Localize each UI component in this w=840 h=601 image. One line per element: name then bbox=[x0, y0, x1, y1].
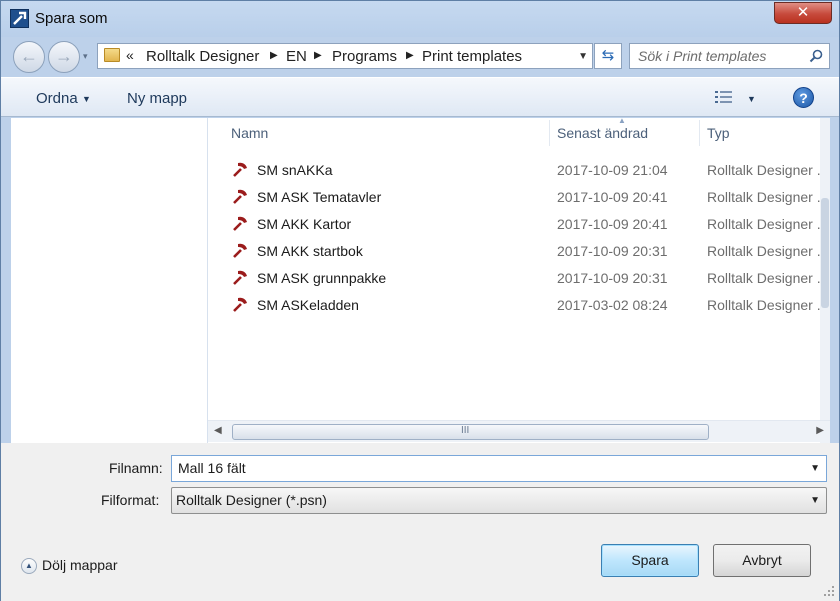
file-type: Rolltalk Designer ... bbox=[707, 297, 829, 313]
filename-label: Filnamn: bbox=[109, 460, 163, 476]
file-name[interactable]: SM ASKeladden bbox=[257, 297, 359, 313]
resize-grip-icon[interactable] bbox=[823, 585, 835, 597]
hide-folders-button[interactable]: ▲ Dölj mappar bbox=[21, 556, 141, 576]
back-button[interactable]: ← bbox=[13, 41, 45, 73]
organize-button[interactable]: Ordna bbox=[36, 90, 78, 107]
file-type: Rolltalk Designer ... bbox=[707, 243, 829, 259]
file-modified: 2017-10-09 20:41 bbox=[557, 216, 668, 232]
save-options-panel: Filnamn: Mall 16 fält ▼ Filformat: Rollt… bbox=[1, 443, 839, 601]
window-title: Spara som bbox=[35, 10, 108, 27]
collapse-arrow-icon[interactable]: ▲ bbox=[21, 558, 37, 574]
file-row[interactable]: SM AKK Kartor 2017-10-09 20:41 Rolltalk De… bbox=[222, 212, 828, 238]
breadcrumb-rolltalk-designer[interactable]: Rolltalk Designer bbox=[146, 48, 259, 65]
file-type: Rolltalk Designer ... bbox=[707, 189, 829, 205]
breadcrumb-print-templates[interactable]: Print templates bbox=[422, 48, 522, 65]
file-row[interactable]: SM AKK startbok 2017-10-09 20:31 Rolltalk … bbox=[222, 239, 828, 265]
vertical-scroll-thumb[interactable] bbox=[821, 198, 829, 308]
search-placeholder: Sök i Print templates bbox=[638, 48, 767, 64]
column-header-modified[interactable]: Senast ändrad bbox=[557, 118, 648, 148]
overflow-chevron-icon[interactable]: « bbox=[126, 47, 134, 63]
rolltalk-file-icon bbox=[233, 189, 247, 204]
navigation-pane[interactable] bbox=[11, 118, 208, 443]
vertical-scrollbar[interactable] bbox=[820, 118, 830, 443]
column-divider[interactable] bbox=[549, 120, 550, 146]
column-header-name[interactable]: Namn bbox=[231, 118, 268, 148]
rolltalk-file-icon bbox=[233, 243, 247, 258]
breadcrumb-en[interactable]: EN bbox=[286, 48, 307, 65]
format-label: Filformat: bbox=[101, 492, 160, 508]
breadcrumb-arrow-icon[interactable]: ▶ bbox=[406, 50, 414, 61]
format-value[interactable]: Rolltalk Designer (*.psn) bbox=[176, 492, 327, 508]
file-row[interactable]: SM ASKeladden 2017-03-02 08:24 Rolltalk De… bbox=[222, 293, 828, 319]
rolltalk-file-icon bbox=[233, 270, 247, 285]
search-input[interactable]: Sök i Print templates bbox=[629, 43, 830, 69]
app-icon bbox=[10, 9, 29, 28]
breadcrumb-arrow-icon[interactable]: ▶ bbox=[270, 50, 278, 61]
file-name[interactable]: SM ASK Tematavler bbox=[257, 189, 381, 205]
file-name[interactable]: SM AKK startbok bbox=[257, 243, 363, 259]
command-toolbar: Ordna ▼ Ny mapp ▼ ? bbox=[1, 77, 839, 117]
file-row[interactable]: SM snAKKa 2017-10-09 21:04 Rolltalk Design… bbox=[222, 158, 828, 184]
file-modified: 2017-10-09 21:04 bbox=[557, 162, 668, 178]
file-name[interactable]: SM snAKKa bbox=[257, 162, 332, 178]
breadcrumb-arrow-icon[interactable]: ▶ bbox=[314, 50, 322, 61]
format-select[interactable]: Rolltalk Designer (*.psn) ▼ bbox=[171, 487, 827, 514]
cancel-button[interactable]: Avbryt bbox=[713, 544, 811, 577]
column-divider[interactable] bbox=[699, 120, 700, 146]
file-row[interactable]: SM ASK grunnpakke 2017-10-09 20:31 Rolltal… bbox=[222, 266, 828, 292]
title-bar[interactable]: Spara som ✕ bbox=[1, 1, 839, 37]
scroll-right-icon[interactable]: ▶ bbox=[816, 425, 824, 436]
rolltalk-file-icon bbox=[233, 216, 247, 231]
breadcrumb-programs[interactable]: Programs bbox=[332, 48, 397, 65]
file-name[interactable]: SM ASK grunnpakke bbox=[257, 270, 386, 286]
horizontal-scroll-thumb[interactable]: III bbox=[232, 424, 709, 440]
filename-value[interactable]: Mall 16 fält bbox=[178, 460, 246, 476]
view-caret-icon[interactable]: ▼ bbox=[747, 94, 756, 104]
folder-icon bbox=[104, 48, 120, 62]
save-button[interactable]: Spara bbox=[601, 544, 699, 577]
file-modified: 2017-10-09 20:31 bbox=[557, 270, 668, 286]
forward-button[interactable]: → bbox=[48, 41, 80, 73]
horizontal-scrollbar[interactable]: ◀ III ▶ bbox=[208, 420, 830, 442]
organize-caret-icon[interactable]: ▼ bbox=[82, 94, 91, 104]
file-modified: 2017-10-09 20:41 bbox=[557, 189, 668, 205]
new-folder-button[interactable]: Ny mapp bbox=[127, 90, 187, 107]
scroll-grip-icon: III bbox=[461, 425, 470, 436]
help-icon[interactable]: ? bbox=[793, 87, 814, 108]
view-options-icon[interactable] bbox=[715, 90, 734, 105]
refresh-button[interactable]: ⇆ bbox=[594, 43, 622, 69]
navigation-bar: ← → ▾ « Rolltalk Designer ▶ EN ▶ Program… bbox=[1, 37, 839, 77]
file-type: Rolltalk Designer ... bbox=[707, 162, 829, 178]
save-as-dialog: Spara som ✕ ← → ▾ « Rolltalk Designer ▶ … bbox=[0, 0, 840, 601]
file-list[interactable]: Namn ▲ Senast ändrad Typ SM snAKKa 2017-1… bbox=[208, 116, 830, 443]
address-bar[interactable]: « Rolltalk Designer ▶ EN ▶ Programs ▶ Pr… bbox=[97, 43, 593, 69]
file-type: Rolltalk Designer ... bbox=[707, 270, 829, 286]
file-name[interactable]: SM AKK Kartor bbox=[257, 216, 351, 232]
format-dropdown-icon[interactable]: ▼ bbox=[810, 495, 820, 506]
search-icon[interactable] bbox=[809, 49, 823, 63]
filename-field[interactable]: Mall 16 fält ▼ bbox=[171, 455, 827, 482]
scroll-left-icon[interactable]: ◀ bbox=[214, 425, 222, 436]
recent-locations-icon[interactable]: ▾ bbox=[83, 51, 95, 63]
file-row[interactable]: SM ASK Tematavler 2017-10-09 20:41 Rolltal… bbox=[222, 185, 828, 211]
hide-folders-label[interactable]: Dölj mappar bbox=[42, 557, 117, 573]
file-modified: 2017-03-02 08:24 bbox=[557, 297, 668, 313]
rolltalk-file-icon bbox=[233, 297, 247, 312]
filename-dropdown-icon[interactable]: ▼ bbox=[810, 463, 820, 474]
address-dropdown-icon[interactable]: ▼ bbox=[578, 51, 588, 62]
file-modified: 2017-10-09 20:31 bbox=[557, 243, 668, 259]
browser-content: Namn ▲ Senast ändrad Typ SM snAKKa 2017-1… bbox=[11, 116, 830, 443]
rolltalk-file-icon bbox=[233, 162, 247, 177]
column-header-type[interactable]: Typ bbox=[707, 118, 730, 148]
file-type: Rolltalk Designer ... bbox=[707, 216, 829, 232]
close-button[interactable]: ✕ bbox=[774, 2, 832, 24]
